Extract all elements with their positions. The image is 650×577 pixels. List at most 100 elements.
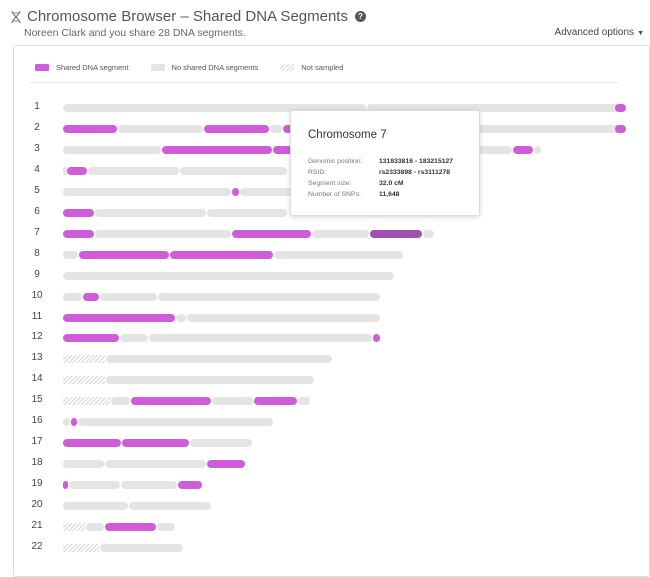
shared-segment[interactable] <box>66 166 88 175</box>
shared-segment[interactable] <box>63 229 95 238</box>
segment-tooltip: Chromosome 7 Genomic position: 131833816… <box>290 110 480 216</box>
shared-segment[interactable] <box>615 104 626 112</box>
legend-divider <box>30 82 618 83</box>
chromosome-label-19: 19 <box>31 478 43 490</box>
unshared-segment <box>95 208 206 217</box>
shared-segment[interactable] <box>206 460 245 469</box>
unshared-segment <box>298 397 310 406</box>
unshared-segment <box>157 523 175 531</box>
shared-segment[interactable] <box>105 523 156 531</box>
dna-icon <box>11 10 21 23</box>
shared-segment[interactable] <box>63 439 122 448</box>
unshared-segment <box>110 397 130 406</box>
help-icon[interactable]: ? <box>354 11 366 22</box>
chromosome-label-11: 11 <box>31 310 43 322</box>
unshared-segment <box>63 187 231 196</box>
page-subtitle: Noreen Clark and you share 28 DNA segmen… <box>24 27 246 39</box>
legend-label-none: No shared DNA segments <box>171 63 259 72</box>
shared-segment[interactable] <box>161 145 272 154</box>
tooltip-label-size: Segment size: <box>308 180 352 187</box>
unshared-segment <box>85 523 105 531</box>
unshared-segment <box>206 208 288 217</box>
chromosome-label-2: 2 <box>34 121 40 133</box>
unshared-segment <box>423 229 434 238</box>
unshared-segment <box>157 292 381 301</box>
shared-segment[interactable] <box>615 124 626 133</box>
shared-segment[interactable] <box>231 187 240 196</box>
shared-segment[interactable] <box>231 229 312 238</box>
chromosome-label-15: 15 <box>31 394 43 406</box>
unshared-segment <box>106 376 314 385</box>
not-sampled-segment <box>63 543 99 552</box>
not-sampled-swatch-icon <box>280 64 295 71</box>
unshared-segment <box>63 502 128 511</box>
unshared-segment <box>78 418 274 427</box>
shared-segment[interactable] <box>63 313 175 322</box>
chromosome-label-9: 9 <box>34 268 40 280</box>
legend-item-not-sampled: Not sampled <box>280 63 343 72</box>
chromosome-label-3: 3 <box>34 142 40 154</box>
shared-swatch-icon <box>35 64 49 71</box>
tooltip-value-rsid: rs2333898 - rs3111278 <box>379 169 451 176</box>
shared-segment[interactable] <box>169 250 274 259</box>
unshared-segment <box>189 439 253 448</box>
tooltip-value-position: 131833816 - 183215127 <box>379 158 454 165</box>
unshared-segment <box>312 229 369 238</box>
shared-segment[interactable] <box>203 124 270 133</box>
chromosome-label-22: 22 <box>31 540 43 552</box>
chromosome-label-5: 5 <box>34 184 40 196</box>
unshared-segment <box>212 397 254 406</box>
shared-segment[interactable] <box>63 481 68 490</box>
shared-segment[interactable] <box>82 292 99 301</box>
tooltip-label-position: Genomic position: <box>308 158 363 165</box>
unshared-segment <box>180 166 288 175</box>
unshared-segment <box>63 250 78 259</box>
chromosome-label-8: 8 <box>34 247 40 259</box>
not-sampled-segment <box>63 355 106 364</box>
chromosome-label-20: 20 <box>31 499 43 511</box>
chromosome-label-7: 7 <box>34 226 40 238</box>
chromosome-label-12: 12 <box>31 331 43 343</box>
chromosome-label-14: 14 <box>31 373 43 385</box>
chromosome-label-21: 21 <box>31 520 43 531</box>
legend: Shared DNA segment No shared DNA segment… <box>35 63 365 72</box>
page-title-bar: Chromosome Browser – Shared DNA Segments… <box>10 8 366 25</box>
chromosome-label-17: 17 <box>31 436 43 448</box>
chromosome-label-18: 18 <box>31 457 43 469</box>
shared-segment[interactable] <box>178 481 202 490</box>
unshared-segment <box>95 229 231 238</box>
chromosome-label-4: 4 <box>34 163 40 175</box>
unshared-segment <box>106 355 333 364</box>
shared-segment[interactable] <box>513 145 534 154</box>
legend-item-shared: Shared DNA segment <box>35 63 129 72</box>
unshared-segment <box>63 292 82 301</box>
shared-segment[interactable] <box>63 124 117 133</box>
caret-down-icon: ▼ <box>637 30 644 37</box>
unshared-segment <box>68 481 120 490</box>
shared-segment[interactable] <box>122 439 189 448</box>
legend-label-shared: Shared DNA segment <box>56 63 129 72</box>
shared-segment[interactable] <box>63 208 95 217</box>
shared-segment[interactable] <box>63 334 120 343</box>
none-swatch-icon <box>150 64 165 71</box>
unshared-segment <box>63 460 105 469</box>
shared-segment[interactable] <box>78 250 169 259</box>
chromosome-label-6: 6 <box>34 205 40 217</box>
unshared-segment <box>63 145 161 154</box>
unshared-segment <box>270 124 282 133</box>
unshared-segment <box>63 271 395 280</box>
shared-segment[interactable] <box>130 397 212 406</box>
legend-item-none: No shared DNA segments <box>150 63 259 72</box>
advanced-options-dropdown[interactable]: Advanced options ▼ <box>555 27 644 38</box>
tooltip-title: Chromosome 7 <box>308 129 387 141</box>
chromosome-label-16: 16 <box>31 415 43 427</box>
shared-segment[interactable] <box>369 229 423 238</box>
unshared-segment <box>534 145 541 154</box>
unshared-segment <box>88 166 180 175</box>
shared-segment[interactable] <box>254 397 298 406</box>
unshared-segment <box>105 460 206 469</box>
unshared-segment <box>148 334 372 343</box>
unshared-segment <box>99 543 184 552</box>
unshared-segment <box>99 292 157 301</box>
not-sampled-segment <box>63 397 110 406</box>
